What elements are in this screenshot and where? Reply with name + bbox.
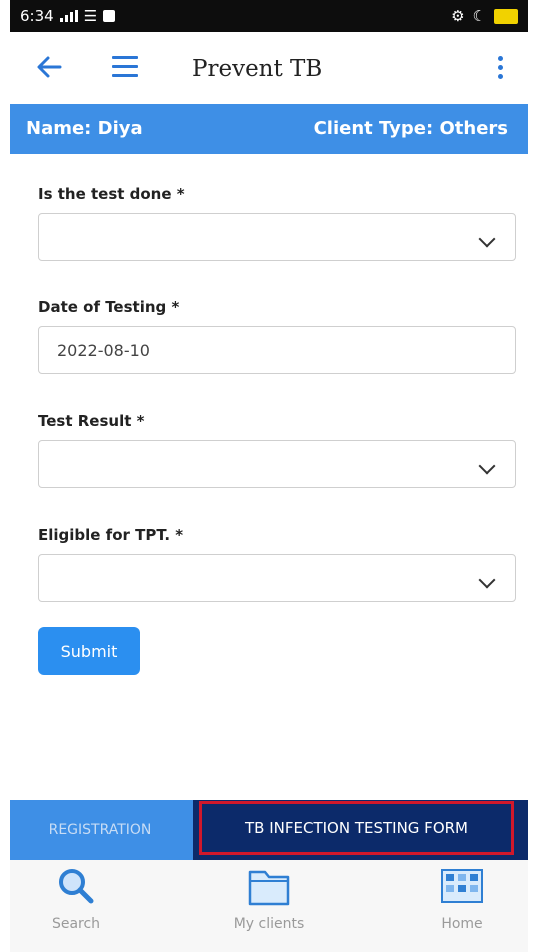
signal-icon: [59, 10, 78, 22]
hamburger-menu-icon[interactable]: [112, 56, 138, 78]
status-time: 6:34: [20, 7, 54, 25]
bottom-navigation: Search My clients Home: [10, 860, 528, 952]
night-mode-icon: ☾: [472, 7, 486, 25]
client-name: Name: Diya: [26, 118, 143, 139]
tab-registration[interactable]: REGISTRATION: [10, 800, 190, 860]
chevron-down-icon: [478, 457, 496, 475]
status-bar: 6:34 ☰ ⚙ ☾: [10, 0, 528, 32]
test-done-label: Is the test done *: [38, 185, 185, 203]
client-type: Client Type: Others: [313, 118, 508, 139]
test-result-select[interactable]: [38, 440, 516, 488]
nav-search[interactable]: Search: [16, 860, 136, 952]
folder-icon: [248, 870, 290, 906]
tab-bar: REGISTRATION TB INFECTION TESTING FORM: [10, 800, 528, 860]
client-info-bar: Name: Diya Client Type: Others: [10, 104, 528, 154]
page-title: Prevent TB: [192, 56, 323, 82]
submit-button[interactable]: Submit: [38, 627, 140, 675]
test-done-select[interactable]: [38, 213, 516, 261]
notification-icon: [103, 10, 116, 22]
nav-home[interactable]: Home: [402, 860, 522, 952]
back-arrow-icon[interactable]: [36, 54, 62, 80]
app-bar: Prevent TB: [10, 32, 528, 104]
nav-home-label: Home: [441, 916, 483, 932]
date-of-testing-label: Date of Testing *: [38, 298, 180, 316]
date-of-testing-value: 2022-08-10: [57, 341, 150, 360]
mute-icon: ⚙: [451, 7, 465, 25]
test-result-label: Test Result *: [38, 412, 145, 430]
more-options-icon[interactable]: [498, 56, 504, 79]
nav-my-clients-label: My clients: [233, 916, 305, 932]
tab-tb-infection-testing-form[interactable]: TB INFECTION TESTING FORM: [193, 800, 528, 860]
tab-tb-infection-testing-form-label: TB INFECTION TESTING FORM: [199, 801, 514, 855]
wifi-icon: ☰: [83, 7, 98, 25]
battery-icon: [494, 8, 518, 24]
search-icon: [59, 869, 94, 904]
nav-search-label: Search: [51, 916, 101, 932]
chevron-down-icon: [478, 230, 496, 248]
eligible-tpt-select[interactable]: [38, 554, 516, 602]
home-grid-icon: [441, 869, 483, 903]
date-of-testing-input[interactable]: 2022-08-10: [38, 326, 516, 374]
nav-my-clients[interactable]: My clients: [209, 860, 329, 952]
eligible-tpt-label: Eligible for TPT. *: [38, 526, 184, 544]
chevron-down-icon: [478, 571, 496, 589]
